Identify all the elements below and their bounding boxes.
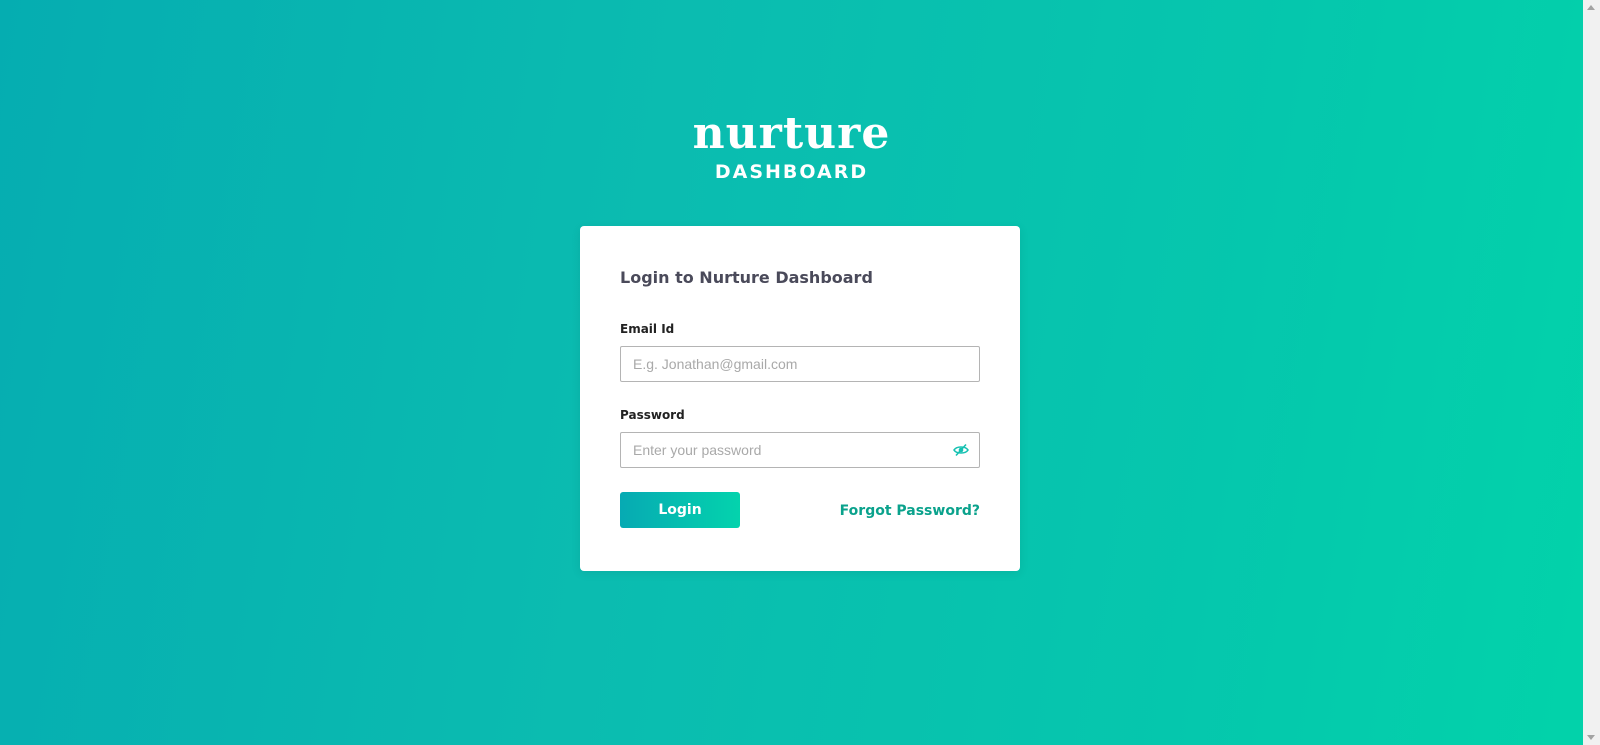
email-label: Email Id (620, 322, 675, 336)
email-field[interactable] (621, 347, 953, 381)
login-card: Login to Nurture Dashboard Email Id Pass… (580, 226, 1020, 571)
login-page: nurture DASHBOARD Login to Nurture Dashb… (0, 0, 1600, 745)
password-label: Password (620, 408, 685, 422)
password-field-container (620, 432, 980, 468)
scroll-up-icon[interactable] (1587, 5, 1595, 10)
password-field[interactable] (621, 433, 953, 467)
logo-wordmark: nurture (692, 108, 891, 159)
logo-subtitle: DASHBOARD (714, 161, 869, 183)
scroll-down-icon[interactable] (1587, 735, 1595, 740)
login-title: Login to Nurture Dashboard (620, 268, 873, 287)
forgot-password-link[interactable]: Forgot Password? (840, 503, 980, 519)
login-button[interactable]: Login (620, 492, 740, 528)
logo: nurture DASHBOARD (0, 108, 1583, 184)
eye-slash-icon[interactable] (953, 442, 969, 458)
email-field-container (620, 346, 980, 382)
vertical-scrollbar[interactable] (1583, 0, 1600, 745)
